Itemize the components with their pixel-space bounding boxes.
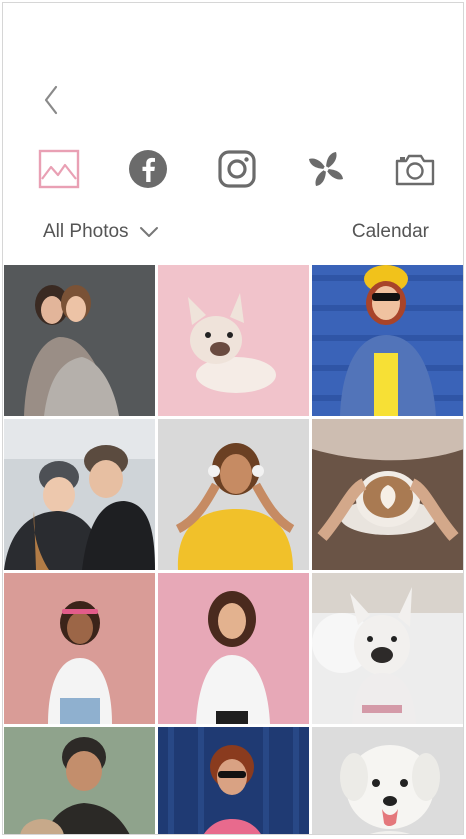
- photo-latte-art-cup: [312, 419, 463, 570]
- facebook-icon: [129, 150, 167, 188]
- album-dropdown[interactable]: All Photos: [43, 221, 159, 243]
- photo-couple-beanies-snow: [4, 419, 155, 570]
- photo-thumbnail[interactable]: [312, 727, 463, 834]
- photo-man-with-dog: [4, 727, 155, 834]
- filter-row: All Photos Calendar: [43, 217, 429, 247]
- chevron-down-icon: [139, 227, 158, 237]
- camera-icon: [395, 154, 435, 186]
- photo-french-bulldog-pink: [158, 265, 309, 416]
- photo-thumbnail[interactable]: [4, 727, 155, 834]
- photo-woman-yellow-hat: [312, 265, 463, 416]
- pinwheel-icon: [309, 152, 343, 186]
- photo-thumbnail[interactable]: [4, 265, 155, 416]
- tab-instagram[interactable]: [211, 143, 263, 195]
- tab-pinwheel[interactable]: [300, 143, 352, 195]
- photo-picker-screen: All Photos Calendar: [2, 2, 464, 835]
- photo-thumbnail[interactable]: [312, 265, 463, 416]
- photo-thumbnail[interactable]: [312, 419, 463, 570]
- photo-white-fluffy-dog: [312, 727, 463, 834]
- photo-thumbnail[interactable]: [4, 419, 155, 570]
- tab-gallery[interactable]: [33, 143, 85, 195]
- chevron-left-icon: [44, 85, 58, 115]
- photo-thumbnail[interactable]: [4, 573, 155, 724]
- calendar-link[interactable]: Calendar: [352, 221, 429, 243]
- tab-camera[interactable]: [389, 143, 441, 195]
- photo-thumbnail[interactable]: [158, 419, 309, 570]
- back-button[interactable]: [37, 83, 65, 117]
- photo-woman-white-shirt: [158, 573, 309, 724]
- photo-thumbnail[interactable]: [158, 265, 309, 416]
- photo-thumbnail[interactable]: [312, 573, 463, 724]
- photo-source-tabs: [33, 143, 441, 195]
- photo-two-women-hugging: [4, 265, 155, 416]
- photo-thumbnail[interactable]: [158, 727, 309, 834]
- photo-woman-headphones-yellow: [158, 419, 309, 570]
- photo-grid: [4, 265, 463, 834]
- photo-french-bulldog-bed: [312, 573, 463, 724]
- photo-thumbnail[interactable]: [158, 573, 309, 724]
- photo-woman-pink-headband: [4, 573, 155, 724]
- album-dropdown-label: All Photos: [43, 221, 129, 242]
- gallery-icon: [38, 149, 80, 189]
- photo-woman-sunglasses-blue: [158, 727, 309, 834]
- tab-facebook[interactable]: [122, 143, 174, 195]
- instagram-icon: [218, 150, 256, 188]
